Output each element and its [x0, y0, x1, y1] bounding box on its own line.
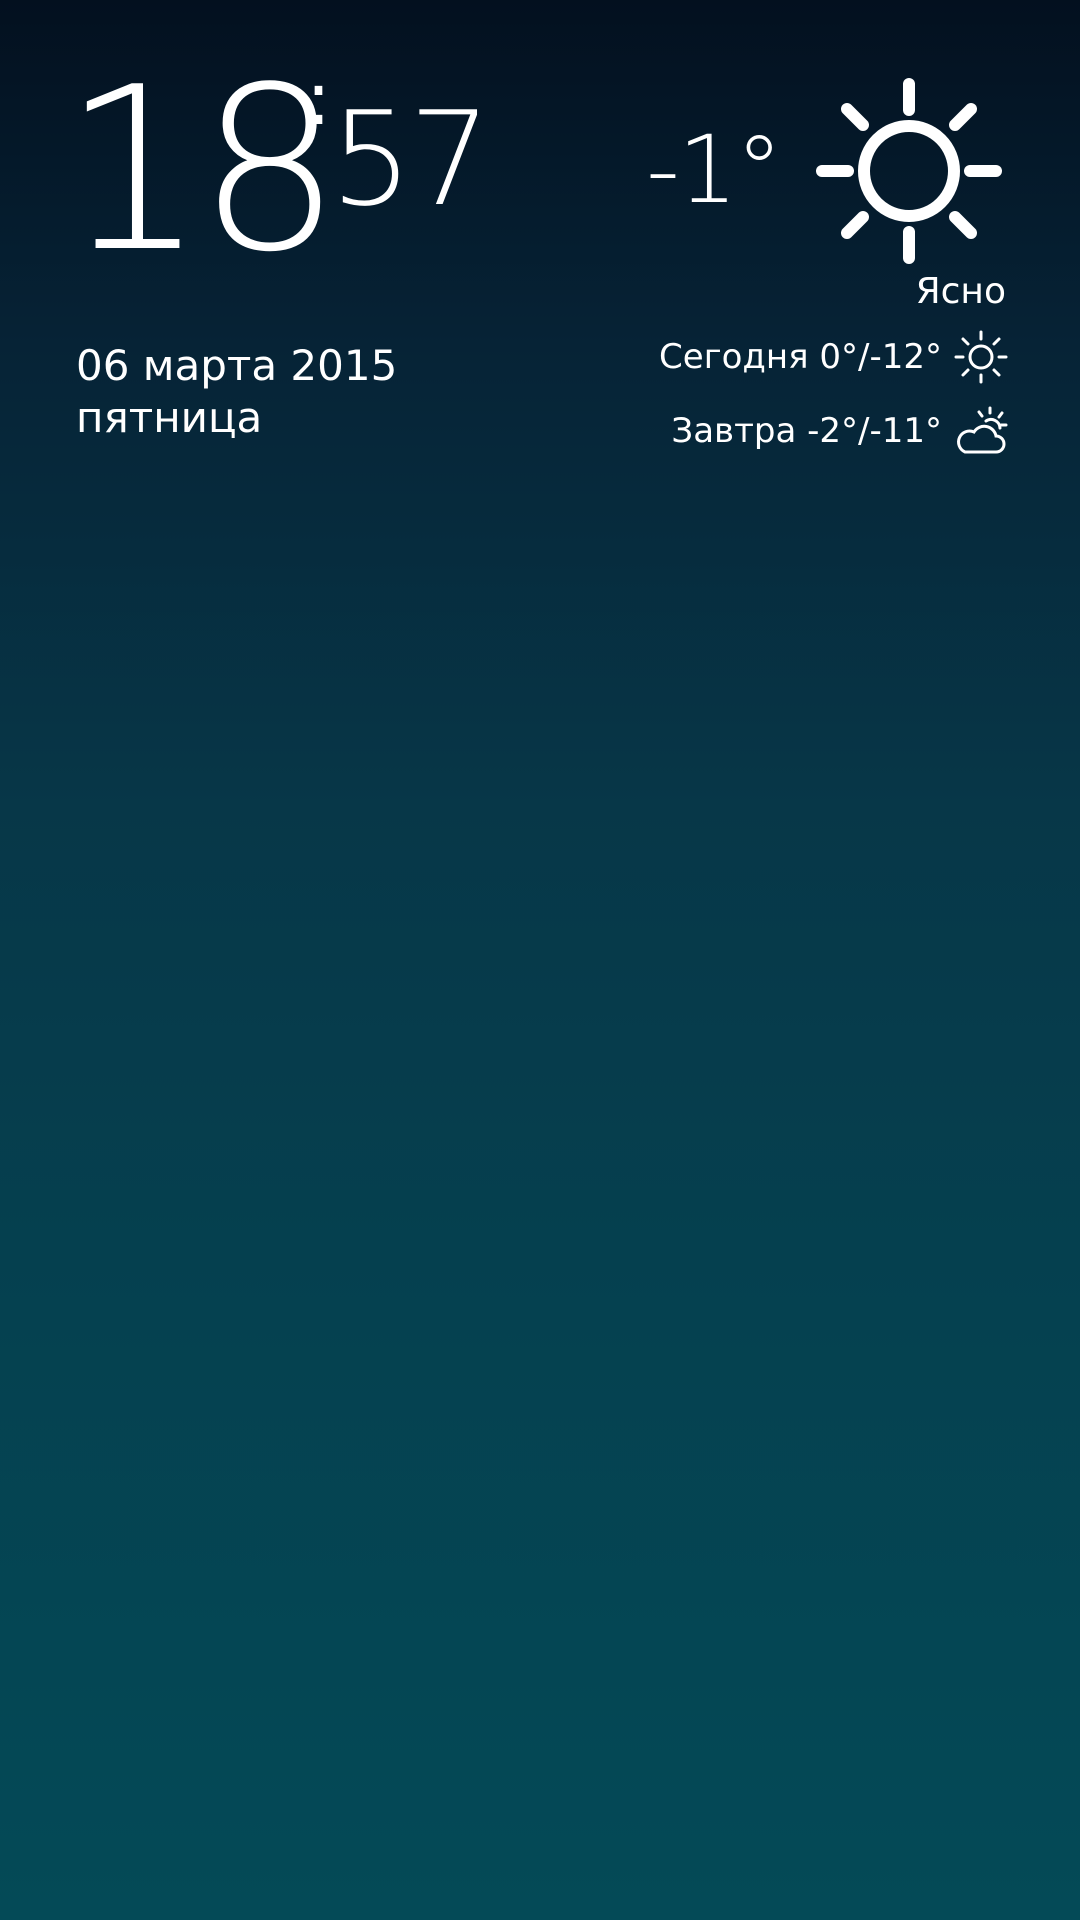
forecast-today-label: Сегодня 0°/-12°: [659, 337, 942, 377]
sun-icon: [816, 78, 1002, 264]
current-temperature: -1°: [646, 116, 783, 225]
date-line: 06 марта 2015: [76, 341, 398, 390]
clock: 18 : 57: [62, 58, 492, 328]
partly-cloudy-icon: [957, 406, 1008, 454]
clock-minutes: 57: [330, 83, 491, 235]
lock-screen: 18 : 57 06 марта 2015 пятница -1° Ясно С…: [0, 0, 1080, 1920]
weather-widget[interactable]: -1° Ясно: [646, 76, 1006, 312]
clock-colon: :: [306, 56, 331, 142]
clock-hours: 18: [62, 39, 342, 302]
weather-condition: Ясно: [915, 271, 1006, 312]
date-block: 06 марта 2015 пятница: [76, 340, 397, 444]
sun-icon: [954, 330, 1008, 384]
forecast-tomorrow-label: Завтра -2°/-11°: [671, 411, 942, 451]
forecast-tomorrow: Завтра -2°/-11°: [671, 402, 1010, 460]
forecast-today: Сегодня 0°/-12°: [659, 328, 1010, 386]
weekday-line: пятница: [76, 393, 263, 442]
